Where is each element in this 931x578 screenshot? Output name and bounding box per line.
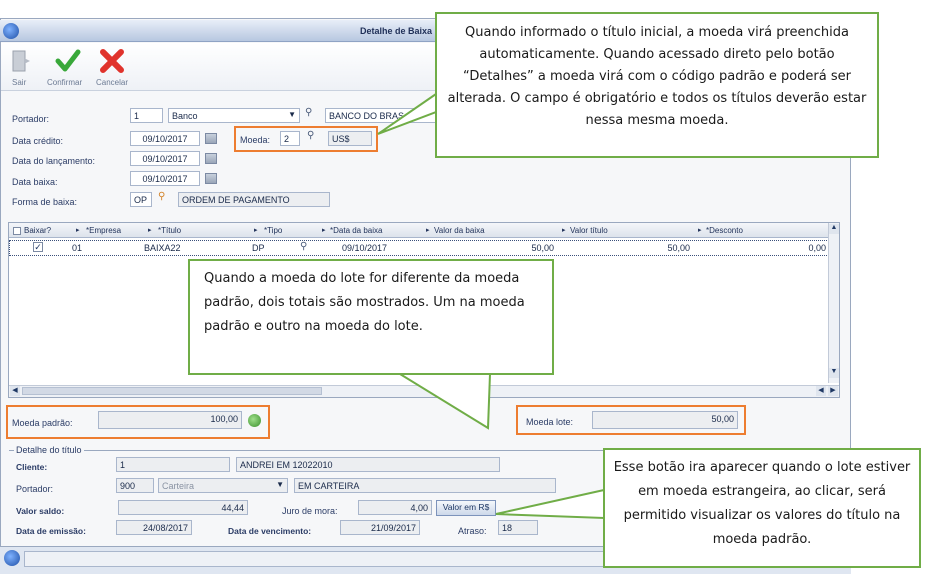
callout-botao: Esse botão ira aparecer quando o lote es… [603, 448, 921, 568]
callout-totais: Quando a moeda do lote for diferente da … [188, 259, 554, 375]
callout-moeda: Quando informado o título inicial, a moe… [435, 12, 879, 158]
callout-totais-pointer [396, 373, 492, 430]
callout-botao-pointer [495, 488, 605, 520]
callout-moeda-pointer [377, 92, 437, 135]
